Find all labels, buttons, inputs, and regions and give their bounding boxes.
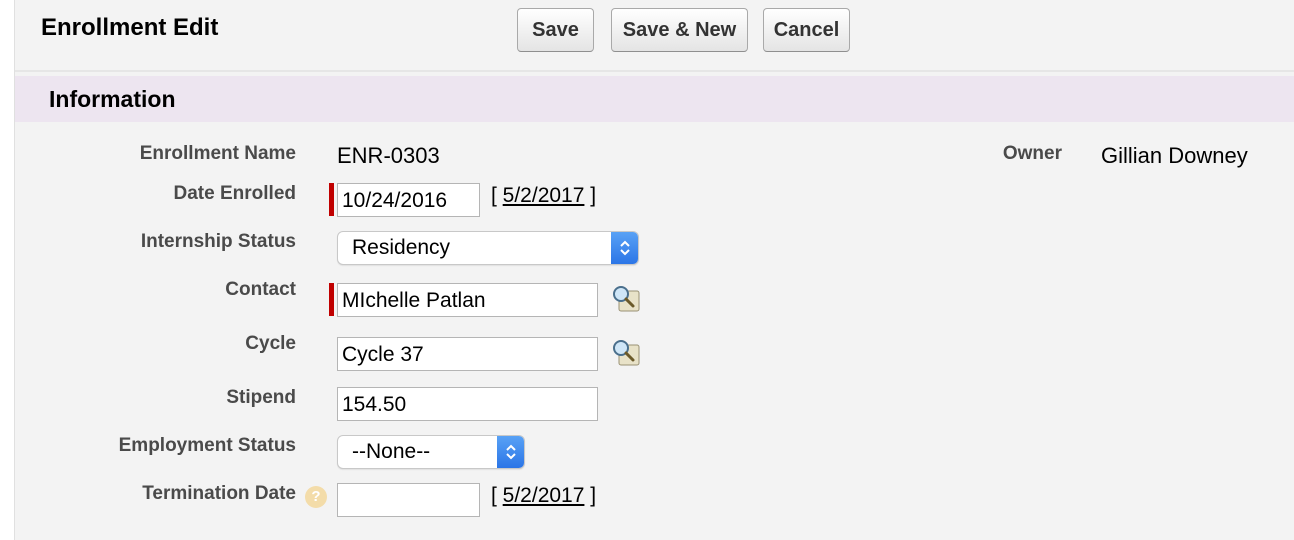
select-updown-icon: [611, 232, 638, 264]
date-enrolled-label: Date Enrolled: [173, 183, 296, 204]
cycle-lookup-input[interactable]: Cycle 37: [337, 337, 598, 371]
employment-status-label: Employment Status: [118, 435, 296, 456]
termination-date-label: Termination Date: [142, 483, 296, 504]
internship-status-label: Internship Status: [140, 231, 296, 252]
internship-status-selected: Residency: [352, 236, 451, 259]
save-button[interactable]: Save: [517, 8, 594, 52]
owner-label: Owner: [1002, 143, 1062, 164]
date-enrolled-input[interactable]: 10/24/2016: [337, 183, 480, 217]
select-updown-icon: [497, 436, 524, 468]
stipend-label: Stipend: [226, 387, 296, 408]
cancel-button[interactable]: Cancel: [763, 8, 850, 52]
magnifier-lookup-icon[interactable]: [609, 283, 641, 313]
termination-date-input[interactable]: [337, 483, 480, 517]
termination-date-today-wrap: [ 5/2/2017 ]: [491, 484, 596, 508]
bracket-open: [: [491, 184, 503, 207]
page-header: Enrollment Edit Save Save & New Cancel: [15, 0, 1294, 72]
cycle-label: Cycle: [245, 333, 296, 354]
contact-lookup-input[interactable]: MIchelle Patlan: [337, 283, 598, 317]
page-title: Enrollment Edit: [41, 14, 219, 41]
save-and-new-button[interactable]: Save & New: [611, 8, 748, 52]
contact-label: Contact: [225, 279, 296, 300]
magnifier-lookup-icon[interactable]: [609, 337, 641, 367]
enrollment-name-value: ENR-0303: [337, 143, 440, 168]
termination-date-today-link[interactable]: 5/2/2017: [503, 484, 585, 507]
information-section-header: Information: [15, 76, 1294, 122]
bracket-close: ]: [584, 184, 597, 207]
stipend-input[interactable]: 154.50: [337, 387, 598, 421]
required-indicator: [329, 283, 334, 316]
owner-value: Gillian Downey: [1101, 143, 1248, 168]
enrollment-edit-page: Enrollment Edit Save Save & New Cancel I…: [14, 0, 1294, 540]
employment-status-selected: --None--: [352, 440, 431, 463]
bracket-open: [: [491, 484, 503, 507]
section-title: Information: [49, 86, 176, 112]
date-enrolled-today-wrap: [ 5/2/2017 ]: [491, 184, 596, 208]
internship-status-select[interactable]: Residency: [337, 231, 639, 265]
employment-status-select[interactable]: --None--: [337, 435, 525, 469]
date-enrolled-today-link[interactable]: 5/2/2017: [503, 184, 585, 207]
required-indicator: [329, 183, 334, 216]
bracket-close: ]: [584, 484, 597, 507]
enrollment-name-label: Enrollment Name: [139, 143, 296, 164]
help-icon[interactable]: ?: [305, 486, 327, 508]
